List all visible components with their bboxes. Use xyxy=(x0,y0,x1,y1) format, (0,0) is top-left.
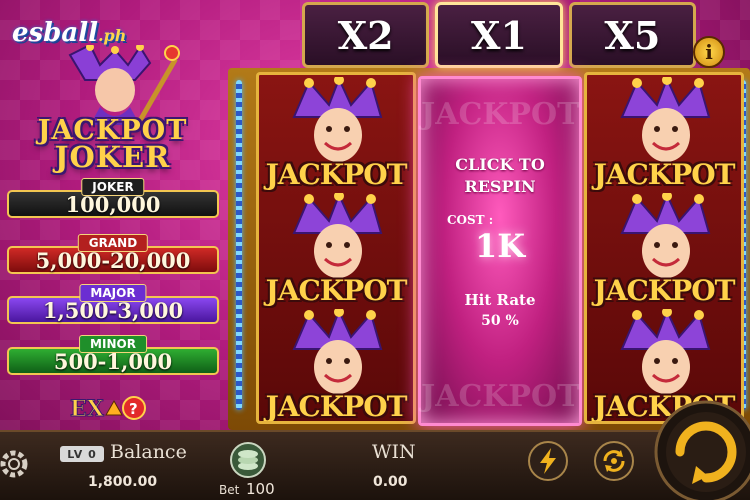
respin-prompt: CLICK TO RESPIN xyxy=(421,154,579,198)
jackpot-symbol-text: JACKPOT xyxy=(265,158,408,191)
logo-line-2: JOKER xyxy=(54,140,171,174)
auto-spin-icon[interactable] xyxy=(593,440,635,482)
balance-label: Balance xyxy=(110,441,187,463)
respin-line-1: CLICK TO xyxy=(455,155,545,174)
multiplier-slot-2: X1 xyxy=(435,2,563,68)
extra-bet-help-icon: ? xyxy=(129,400,138,418)
reel-cell: JACKPOT xyxy=(259,309,413,423)
reel-cell: JACKPOT xyxy=(259,77,413,193)
respin-ghost-jackpot-bottom: JACKPOT xyxy=(421,379,580,414)
left-panel: JACKPOT JOKER JOKER 100,000 GRAND 5,000-… xyxy=(0,0,225,430)
prize-joker: JOKER 100,000 xyxy=(7,178,219,218)
bet-value: 100 xyxy=(246,480,275,498)
watermark-brand: esball xyxy=(12,18,98,48)
jackpot-symbol-text: JACKPOT xyxy=(265,390,408,423)
level-badge: LV 0 xyxy=(60,446,104,462)
jackpot-symbol-text: JACKPOT xyxy=(265,274,408,307)
bet-label: Bet xyxy=(219,483,240,497)
jackpot-symbol-text: JACKPOT xyxy=(593,158,736,191)
extra-bet-text: EX xyxy=(70,396,105,422)
reel-cell: JACKPOT xyxy=(587,193,741,309)
multiplier-slot-1: X2 xyxy=(302,2,430,68)
respin-ghost-jackpot-top: JACKPOT xyxy=(421,97,580,132)
hit-rate-value: 50 % xyxy=(481,313,519,329)
spin-icon[interactable] xyxy=(650,396,750,500)
respin-button[interactable]: JACKPOT JACKPOT CLICK TO RESPIN COST : 1… xyxy=(418,76,582,426)
prize-major-label: MAJOR xyxy=(79,284,147,302)
watermark-logo: esball.ph xyxy=(12,18,126,48)
prize-joker-label: JOKER xyxy=(81,178,145,196)
reel-cell: JACKPOT xyxy=(587,77,741,193)
lightning-icon[interactable] xyxy=(527,440,569,482)
prize-grand-label: GRAND xyxy=(77,234,149,252)
jackpot-symbol-text: JACKPOT xyxy=(593,274,736,307)
respin-cost-label: COST : xyxy=(447,213,494,227)
gear-icon[interactable] xyxy=(0,446,36,482)
win-label: WIN xyxy=(372,441,416,463)
balance-value: 1,800.00 xyxy=(88,474,158,490)
prize-minor-label: MINOR xyxy=(79,335,147,353)
chip-stack-icon[interactable] xyxy=(226,442,270,478)
light-strip-left xyxy=(236,80,242,410)
watermark-suffix: .ph xyxy=(97,26,127,45)
win-value: 0.00 xyxy=(373,474,408,490)
hit-rate-label: Hit Rate xyxy=(464,291,536,309)
joker-mascot-icon xyxy=(68,45,180,125)
prize-grand: GRAND 5,000-20,000 xyxy=(7,234,219,274)
info-button[interactable]: i xyxy=(693,36,725,68)
prize-major: MAJOR 1,500-3,000 xyxy=(7,284,219,324)
respin-line-2: RESPIN xyxy=(464,177,536,196)
reel-left: JACKPOT JACKPOT JACKPOT xyxy=(256,72,416,424)
respin-cost-value: 1K xyxy=(474,227,526,265)
multiplier-slot-3: X5 xyxy=(568,2,696,68)
reel-cell: JACKPOT xyxy=(259,193,413,309)
extra-bet-button[interactable]: EX ? xyxy=(68,393,148,423)
reel-right: JACKPOT JACKPOT JACKPOT xyxy=(584,72,744,424)
multiplier-bar: X2 X1 X5 xyxy=(302,2,696,70)
prize-minor: MINOR 500-1,000 xyxy=(7,335,219,375)
game-logo: JACKPOT JOKER xyxy=(20,117,205,174)
